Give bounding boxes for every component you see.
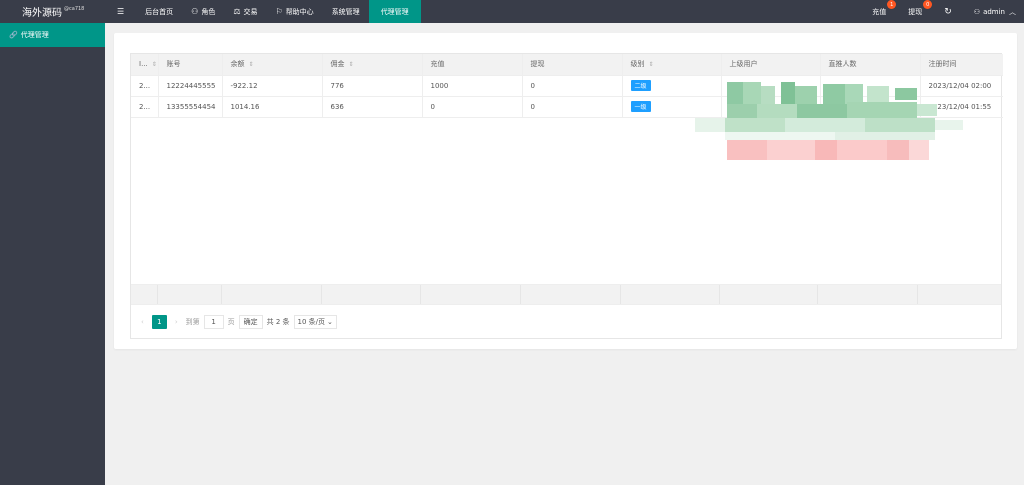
user-icon: ⚇ xyxy=(191,7,199,16)
nav-help[interactable]: ⚐ 帮助中心 xyxy=(267,0,323,23)
sidebar: 🔗 代理管理 xyxy=(0,23,105,485)
right-nav: 充值 1 提现 0 ↻ ⚇ admin ︿ xyxy=(861,0,1024,23)
col-id[interactable]: I... ⇕ xyxy=(131,54,159,76)
user-menu[interactable]: ⚇ admin ︿ xyxy=(963,0,1024,23)
recharge-badge: 1 xyxy=(887,0,897,9)
recharge-button[interactable]: 充值 1 xyxy=(861,0,897,23)
col-regtime: 注册时间 xyxy=(920,54,1003,76)
total-count: 共 2 条 xyxy=(266,317,290,326)
refresh-button[interactable]: ↻ xyxy=(933,0,963,23)
link-icon: 🔗 xyxy=(9,31,18,39)
flag-icon: ⚐ xyxy=(275,7,283,16)
nav-trade-label: 交易 xyxy=(243,7,258,16)
nav-dashboard-label: 后台首页 xyxy=(145,7,174,16)
nav-agent[interactable]: 代理管理 xyxy=(368,0,421,23)
user-avatar-icon: ⚇ xyxy=(973,7,981,16)
nav-agent-label: 代理管理 xyxy=(380,7,409,16)
sort-icon[interactable]: ⇕ xyxy=(349,61,354,68)
scale-icon: ⚖ xyxy=(233,7,241,16)
cell-account: 12224445555 xyxy=(158,75,223,97)
redaction-mosaic xyxy=(695,78,965,166)
col-recharge: 充值 xyxy=(422,54,523,76)
nav-help-label: 帮助中心 xyxy=(285,7,314,16)
next-page-icon[interactable]: › xyxy=(171,318,182,326)
cell-recharge: 0 xyxy=(422,96,523,118)
col-account: 账号 xyxy=(158,54,223,76)
goto-label: 到第 xyxy=(185,317,200,326)
cell-withdraw: 0 xyxy=(522,75,623,97)
col-withdraw: 提现 xyxy=(522,54,623,76)
sidebar-item-agent[interactable]: 🔗 代理管理 xyxy=(0,23,105,47)
cell-balance: -922.12 xyxy=(222,75,323,97)
nav-system[interactable]: 系统管理 xyxy=(323,0,369,23)
nav-roles[interactable]: ⚇ 角色 xyxy=(182,0,224,23)
cell-balance: 1014.16 xyxy=(222,96,323,118)
col-parent: 上级用户 xyxy=(721,54,821,76)
cell-id: 2... xyxy=(131,96,159,118)
table-header-row: I... ⇕ 账号 余额 ⇕ 佣金 ⇕ 充值 提现 级别 ⇕ 上级用户 直推人数 注册时… xyxy=(131,54,1003,76)
cell-commission: 636 xyxy=(322,96,423,118)
goto-page-input[interactable]: 1 xyxy=(203,314,224,329)
level-tag: 一级 xyxy=(630,101,651,112)
col-balance[interactable]: 余额 ⇕ xyxy=(222,54,323,76)
withdraw-badge: 0 xyxy=(923,0,933,9)
col-direct: 直推人数 xyxy=(820,54,921,76)
refresh-icon: ↻ xyxy=(944,6,952,17)
withdraw-button[interactable]: 提现 0 xyxy=(897,0,933,23)
chevron-up-icon: ︿ xyxy=(1009,7,1016,16)
pagination: ‹ 1 › 到第 1 页 确定 共 2 条 10 条/页 ⌄ xyxy=(131,304,1001,338)
withdraw-label: 提现 xyxy=(908,7,923,16)
col-level[interactable]: 级别 ⇕ xyxy=(622,54,722,76)
logo-sup: @ca718 xyxy=(64,5,85,12)
page-size-select[interactable]: 10 条/页 ⌄ xyxy=(293,314,337,329)
cell-commission: 776 xyxy=(322,75,423,97)
user-name: admin xyxy=(983,7,1005,16)
nav-trade[interactable]: ⚖ 交易 xyxy=(224,0,266,23)
nav-dashboard[interactable]: 后台首页 xyxy=(136,0,182,23)
main-nav: ☰ 后台首页 ⚇ 角色 ⚖ 交易 ⚐ 帮助中心 系统管理 代理管理 xyxy=(105,0,421,23)
sidebar-item-label: 代理管理 xyxy=(20,31,49,39)
nav-roles-label: 角色 xyxy=(201,7,216,16)
sort-icon[interactable]: ⇕ xyxy=(152,61,157,68)
table-total-row xyxy=(131,284,1001,304)
sort-icon[interactable]: ⇕ xyxy=(649,61,654,68)
nav-menu-toggle[interactable]: ☰ xyxy=(105,0,136,23)
cell-account: 13355554454 xyxy=(158,96,223,118)
cell-recharge: 1000 xyxy=(422,75,523,97)
level-tag: 二级 xyxy=(630,80,651,91)
col-commission[interactable]: 佣金 ⇕ xyxy=(322,54,423,76)
cell-withdraw: 0 xyxy=(522,96,623,118)
chevron-down-icon: ⌄ xyxy=(327,317,333,326)
logo[interactable]: 海外源码 @ca718 xyxy=(0,0,105,23)
page-unit: 页 xyxy=(227,317,235,326)
menu-icon: ☰ xyxy=(117,7,125,16)
nav-system-label: 系统管理 xyxy=(331,7,360,16)
page-size-value: 10 条/页 xyxy=(297,317,326,326)
recharge-label: 充值 xyxy=(872,7,887,16)
top-header: 海外源码 @ca718 ☰ 后台首页 ⚇ 角色 ⚖ 交易 ⚐ 帮助中心 系统管理… xyxy=(0,0,1024,23)
cell-id: 2... xyxy=(131,75,159,97)
prev-page-icon[interactable]: ‹ xyxy=(137,318,148,326)
page-current[interactable]: 1 xyxy=(151,314,167,329)
goto-confirm-button[interactable]: 确定 xyxy=(238,314,263,329)
logo-text: 海外源码 xyxy=(22,8,62,19)
sort-icon[interactable]: ⇕ xyxy=(249,61,254,68)
